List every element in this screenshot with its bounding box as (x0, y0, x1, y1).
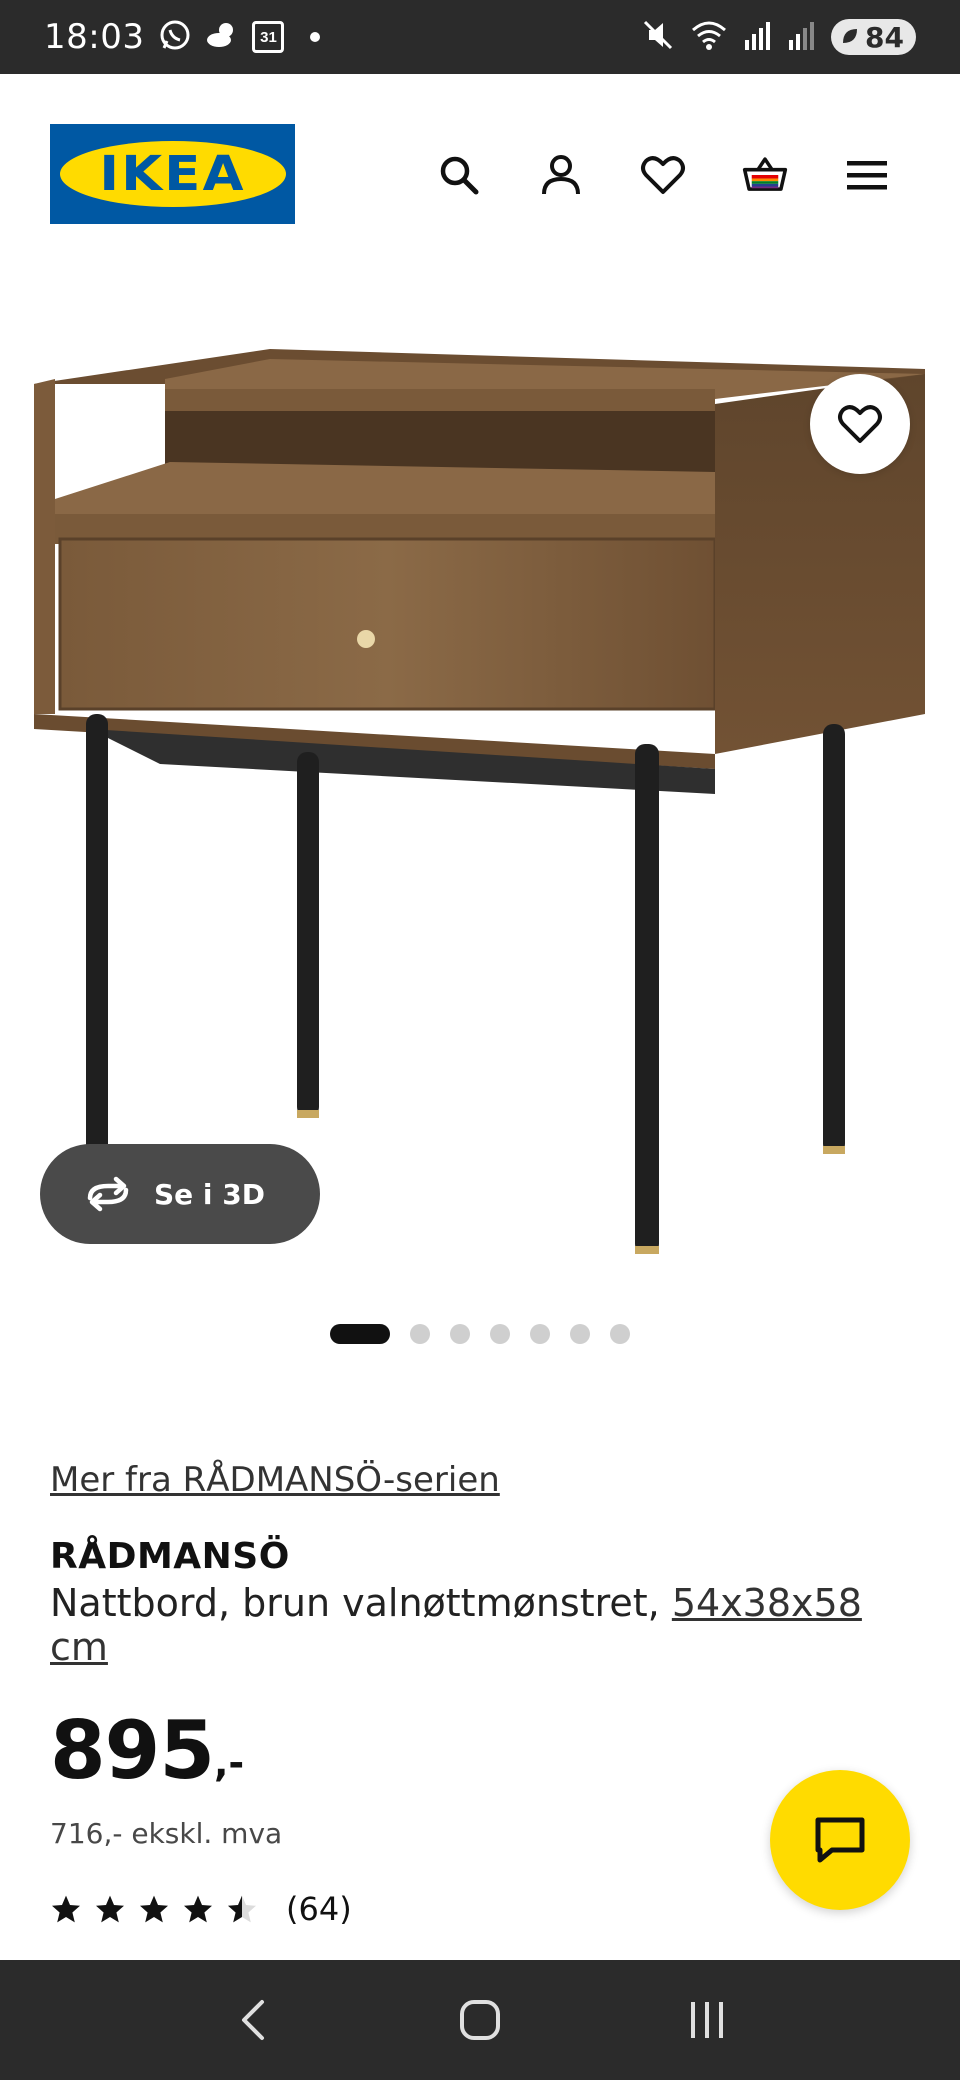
home-icon (459, 2000, 500, 2040)
calendar-day: 31 (260, 28, 277, 46)
back-button[interactable] (213, 1980, 293, 2060)
product-description: Nattbord, brun valnøttmønstret, 54x38x58… (50, 1581, 920, 1669)
header-actions (436, 152, 890, 198)
carousel-dot[interactable] (490, 1324, 510, 1344)
heart-icon (838, 405, 882, 443)
chat-icon (815, 1817, 865, 1863)
system-nav-bar (0, 1960, 960, 2080)
carousel-dot[interactable] (530, 1324, 550, 1344)
battery-indicator: 84 (831, 19, 916, 55)
carousel-dot[interactable] (610, 1324, 630, 1344)
recents-button[interactable] (667, 1980, 747, 2060)
carousel-dot[interactable] (410, 1324, 430, 1344)
product-gallery[interactable]: Se i 3D (0, 274, 960, 1344)
site-header: IKEA (0, 74, 960, 274)
logo-text: IKEA (99, 146, 246, 202)
battery-saver-icon (839, 21, 861, 54)
ikea-logo[interactable]: IKEA (50, 124, 295, 224)
product-name: RÅDMANSÖ (50, 1536, 290, 1577)
status-time: 18:03 (44, 17, 145, 57)
price: 895 ,- (50, 1711, 920, 1791)
cart-icon[interactable] (742, 152, 788, 198)
notification-dot (310, 32, 321, 42)
calendar-icon: 31 (252, 21, 285, 53)
view-in-3d-button[interactable]: Se i 3D (40, 1144, 320, 1244)
carousel-dot[interactable] (450, 1324, 470, 1344)
carousel-dot[interactable] (570, 1324, 590, 1344)
product-description-text: Nattbord, brun valnøttmønstret, (50, 1581, 672, 1625)
chat-button[interactable] (770, 1770, 910, 1910)
weather-icon (204, 20, 240, 55)
whatsapp-icon (158, 18, 192, 57)
status-right: 84 (641, 18, 916, 57)
rotate-3d-icon (87, 1176, 129, 1212)
logo-oval: IKEA (59, 141, 286, 207)
carousel-dot-active[interactable] (330, 1324, 390, 1344)
heart-icon[interactable] (640, 152, 686, 198)
menu-icon[interactable] (844, 152, 890, 198)
recents-icon (690, 2002, 723, 2038)
signal-roaming-icon (743, 18, 773, 57)
carousel-indicator (0, 1324, 960, 1344)
star-icon (140, 1895, 168, 1923)
view-in-3d-label: Se i 3D (154, 1177, 265, 1211)
back-icon (242, 2000, 265, 2040)
battery-level: 84 (865, 20, 904, 54)
rating[interactable]: (64) (50, 1890, 920, 1928)
price-value: 895 (50, 1704, 215, 1797)
review-count[interactable]: (64) (286, 1890, 352, 1928)
home-button[interactable] (440, 1980, 520, 2060)
star-icon (52, 1895, 80, 1923)
wifi-icon (689, 18, 729, 57)
half-star-icon (228, 1895, 256, 1923)
series-link[interactable]: Mer fra RÅDMANSÖ-serien (50, 1460, 500, 1500)
price-suffix: ,- (214, 1741, 245, 1785)
status-bar: 18:03 31 84 (0, 0, 960, 74)
signal-icon (787, 18, 817, 57)
favourite-button[interactable] (810, 374, 910, 474)
mute-icon (641, 18, 675, 57)
search-icon[interactable] (436, 152, 482, 198)
account-icon[interactable] (538, 152, 584, 198)
star-icon (96, 1895, 124, 1923)
star-icon (184, 1895, 212, 1923)
status-left-icons: 31 (158, 18, 321, 57)
